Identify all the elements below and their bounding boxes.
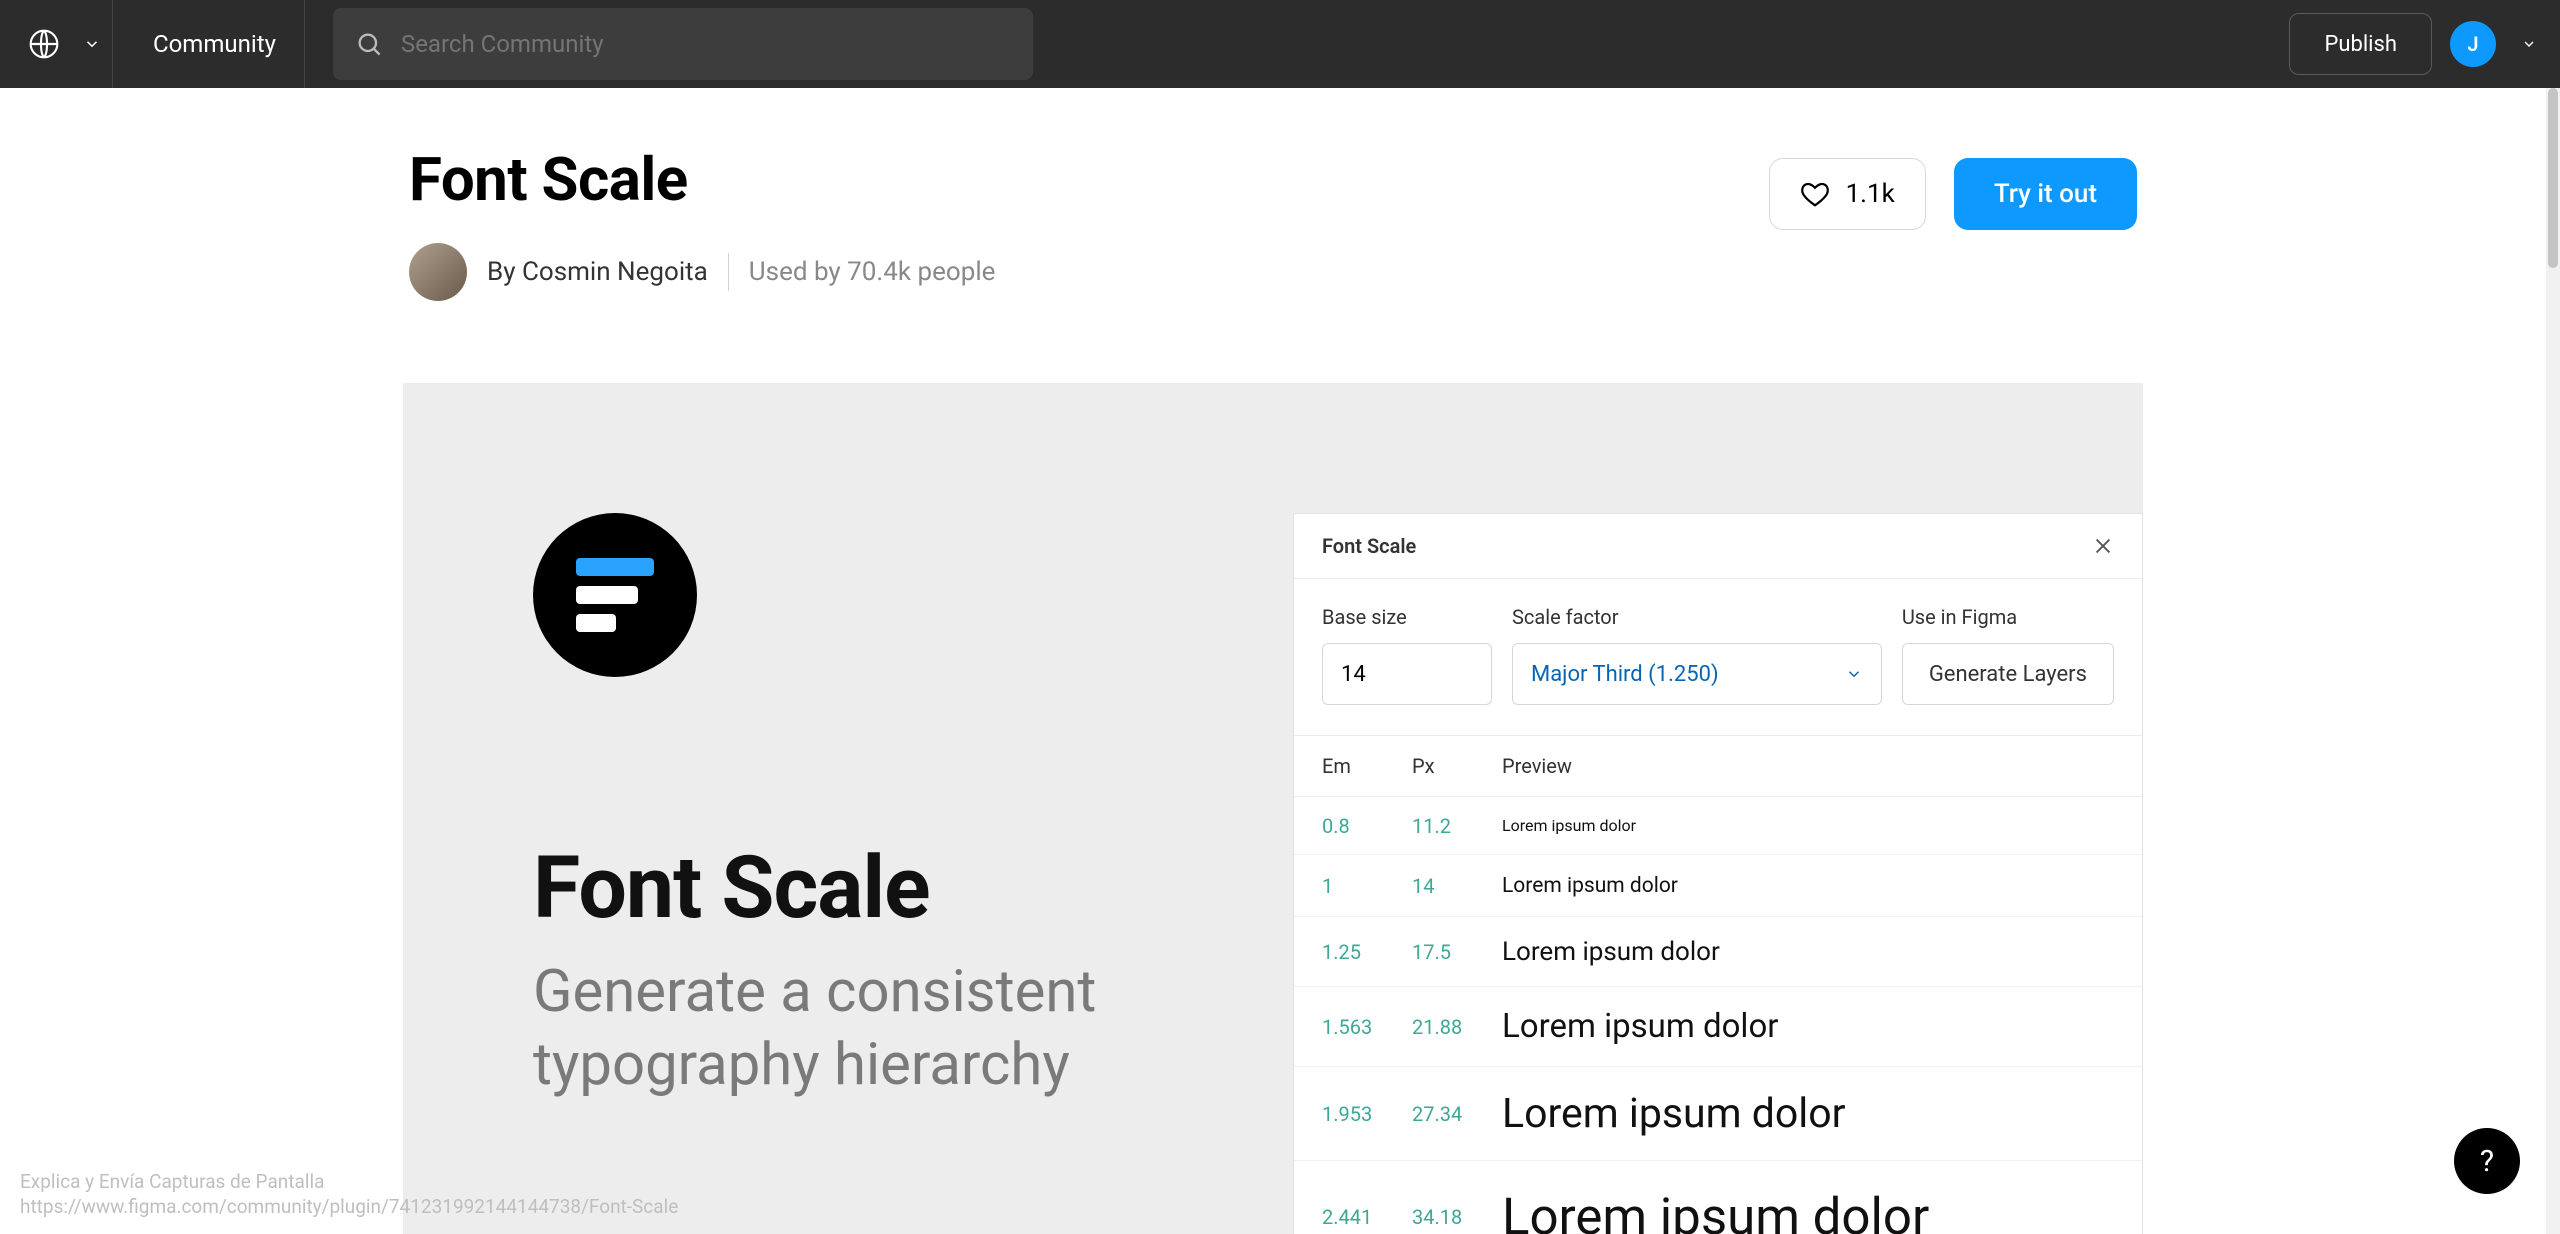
- em-value: 1.25: [1322, 940, 1412, 964]
- vertical-scrollbar[interactable]: [2546, 88, 2560, 1234]
- table-row: 1 14 Lorem ipsum dolor: [1294, 855, 2142, 917]
- generate-layers-button[interactable]: Generate Layers: [1902, 643, 2114, 705]
- publish-button[interactable]: Publish: [2289, 13, 2432, 75]
- divider: [112, 0, 113, 88]
- em-value: 1.563: [1322, 1015, 1412, 1039]
- like-count: 1.1k: [1846, 179, 1895, 209]
- table-row: 0.8 11.2 Lorem ipsum dolor: [1294, 797, 2142, 855]
- avatar[interactable]: J: [2450, 21, 2496, 67]
- help-button[interactable]: ?: [2454, 1128, 2520, 1194]
- top-bar: Community Publish J: [0, 0, 2560, 88]
- table-row: 1.953 27.34 Lorem ipsum dolor: [1294, 1067, 2142, 1161]
- close-icon[interactable]: [2092, 535, 2114, 557]
- top-bar-right: Publish J: [2289, 13, 2544, 75]
- author-prefix: By: [487, 257, 522, 287]
- em-value: 2.441: [1322, 1205, 1412, 1229]
- usage-count: Used by 70.4k people: [749, 257, 996, 287]
- page-body: Font Scale By Cosmin Negoita Used by 70.…: [0, 88, 2546, 1234]
- try-it-out-button[interactable]: Try it out: [1954, 158, 2137, 230]
- search-box[interactable]: [333, 8, 1033, 80]
- cover-subtitle: Generate a consistent typography hierarc…: [533, 956, 1253, 1101]
- panel-table-header: Em Px Preview: [1294, 736, 2142, 797]
- preview-text: Lorem ipsum dolor: [1502, 937, 2114, 967]
- byline: By Cosmin Negoita Used by 70.4k people: [409, 243, 995, 301]
- px-value: 21.88: [1412, 1015, 1502, 1039]
- scale-factor-control: Scale factor Major Third (1.250): [1512, 605, 1882, 705]
- cover-image: Font Scale Generate a consistent typogra…: [403, 383, 2143, 1234]
- panel-controls: Base size Scale factor Major Third (1.25…: [1294, 579, 2142, 736]
- table-row: 1.25 17.5 Lorem ipsum dolor: [1294, 917, 2142, 987]
- community-link[interactable]: Community: [125, 0, 305, 88]
- px-value: 34.18: [1412, 1205, 1502, 1229]
- scrollbar-thumb[interactable]: [2548, 88, 2558, 268]
- px-value: 14: [1412, 874, 1502, 898]
- author-name-text: Cosmin Negoita: [522, 257, 708, 287]
- heart-icon: [1800, 179, 1830, 209]
- em-value: 0.8: [1322, 814, 1412, 838]
- top-bar-left: Community: [16, 0, 305, 88]
- author-name[interactable]: By Cosmin Negoita: [487, 257, 708, 287]
- panel-table-body: 0.8 11.2 Lorem ipsum dolor 1 14 Lorem ip…: [1294, 797, 2142, 1234]
- search-icon: [355, 30, 383, 58]
- plugin-panel: Font Scale Base size Scale factor Major …: [1293, 513, 2143, 1234]
- scale-factor-value: Major Third (1.250): [1531, 662, 1719, 687]
- panel-title: Font Scale: [1322, 534, 1416, 558]
- base-size-control: Base size: [1322, 605, 1492, 705]
- col-em-header: Em: [1322, 754, 1412, 778]
- search-input[interactable]: [401, 30, 1011, 58]
- use-in-figma-label: Use in Figma: [1902, 605, 2114, 629]
- cover-title: Font Scale: [533, 837, 1273, 938]
- author-avatar[interactable]: [409, 243, 467, 301]
- col-preview-header: Preview: [1502, 754, 2114, 778]
- resource-header: Font Scale By Cosmin Negoita Used by 70.…: [403, 144, 2143, 301]
- preview-text: Lorem ipsum dolor: [1502, 1007, 2114, 1046]
- px-value: 27.34: [1412, 1102, 1502, 1126]
- scale-factor-label: Scale factor: [1512, 605, 1882, 629]
- em-value: 1: [1322, 874, 1412, 898]
- plugin-logo: [533, 513, 697, 677]
- px-value: 17.5: [1412, 940, 1502, 964]
- preview-text: Lorem ipsum dolor: [1502, 1090, 2114, 1138]
- divider: [728, 253, 729, 291]
- panel-header: Font Scale: [1294, 514, 2142, 579]
- base-size-label: Base size: [1322, 605, 1492, 629]
- preview-text: Lorem ipsum dolor: [1502, 874, 2114, 898]
- preview-text: Lorem ipsum dolor: [1502, 816, 2114, 835]
- globe-icon[interactable]: [16, 16, 72, 72]
- use-in-figma-control: Use in Figma Generate Layers: [1902, 605, 2114, 705]
- chevron-down-icon[interactable]: [2514, 36, 2544, 52]
- col-px-header: Px: [1412, 754, 1502, 778]
- scale-factor-select[interactable]: Major Third (1.250): [1512, 643, 1882, 705]
- like-button[interactable]: 1.1k: [1769, 158, 1926, 230]
- px-value: 11.2: [1412, 814, 1502, 838]
- em-value: 1.953: [1322, 1102, 1412, 1126]
- table-row: 1.563 21.88 Lorem ipsum dolor: [1294, 987, 2142, 1067]
- content-wrapper: Font Scale By Cosmin Negoita Used by 70.…: [403, 88, 2143, 1234]
- base-size-input[interactable]: [1322, 643, 1492, 705]
- chevron-down-icon: [1845, 665, 1863, 683]
- table-row: 2.441 34.18 Lorem ipsum dolor: [1294, 1161, 2142, 1234]
- cover-left: Font Scale Generate a consistent typogra…: [403, 383, 1273, 1234]
- chevron-down-icon[interactable]: [72, 16, 112, 72]
- preview-text: Lorem ipsum dolor: [1502, 1188, 2114, 1234]
- page-title: Font Scale: [409, 144, 995, 215]
